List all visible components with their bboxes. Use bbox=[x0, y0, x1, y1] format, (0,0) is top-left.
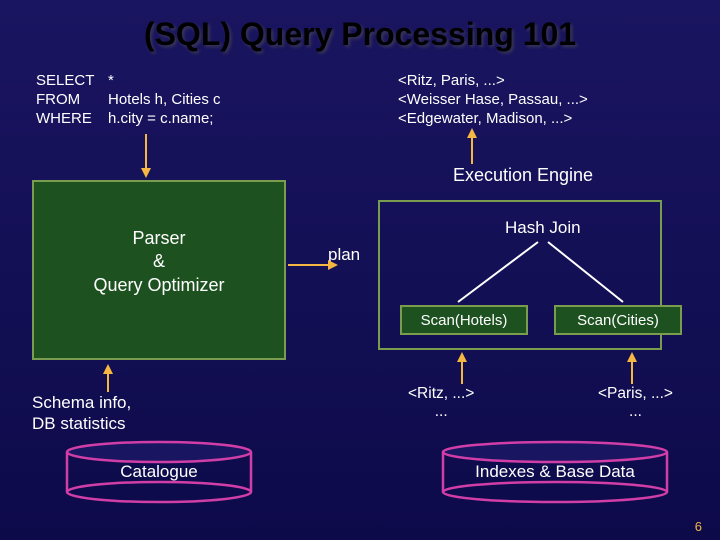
scan-arrow-up-icon bbox=[454, 352, 470, 384]
result-row: <Edgewater, Madison, ...> bbox=[398, 110, 588, 129]
parser-line3: Query Optimizer bbox=[93, 274, 224, 297]
plan-arrow-icon bbox=[288, 259, 338, 271]
scan-hotels-box: Scan(Hotels) bbox=[400, 305, 528, 335]
result-row: <Ritz, Paris, ...> bbox=[398, 72, 588, 91]
result-row: <Weisser Hase, Passau, ...> bbox=[398, 91, 588, 110]
scan-arrow-up-icon bbox=[624, 352, 640, 384]
page-number: 6 bbox=[695, 519, 702, 534]
mini-row: <Ritz, ...> bbox=[408, 385, 474, 403]
scan-hotels-output: <Ritz, ...> ... bbox=[408, 385, 474, 421]
indexes-cylinder: Indexes & Base Data bbox=[440, 440, 670, 504]
schema-line1: Schema info, bbox=[32, 392, 131, 413]
arrow-down-icon bbox=[138, 134, 154, 178]
mini-row: ... bbox=[408, 403, 474, 421]
schema-line2: DB statistics bbox=[32, 413, 131, 434]
slide-title: (SQL) Query Processing 101 bbox=[0, 0, 720, 53]
parser-line1: Parser bbox=[93, 227, 224, 250]
result-tuples: <Ritz, Paris, ...> <Weisser Hase, Passau… bbox=[398, 72, 588, 128]
arrow-up-icon bbox=[464, 128, 480, 164]
mini-row: ... bbox=[598, 403, 673, 421]
sql-where-val: h.city = c.name; bbox=[108, 110, 213, 127]
mini-row: <Paris, ...> bbox=[598, 385, 673, 403]
catalogue-cylinder: Catalogue bbox=[64, 440, 254, 504]
parser-line2: & bbox=[93, 250, 224, 273]
sql-from-val: Hotels h, Cities c bbox=[108, 91, 221, 108]
indexes-label: Indexes & Base Data bbox=[440, 462, 670, 482]
sql-from-kw: FROM bbox=[36, 91, 108, 110]
scan-cities-output: <Paris, ...> ... bbox=[598, 385, 673, 421]
sql-query-block: SELECT* FROMHotels h, Cities c WHEREh.ci… bbox=[36, 72, 221, 128]
hash-join-label: Hash Join bbox=[505, 218, 581, 238]
schema-arrow-icon bbox=[100, 364, 116, 392]
execution-engine-label: Execution Engine bbox=[398, 165, 648, 186]
parser-optimizer-box: Parser & Query Optimizer bbox=[32, 180, 286, 360]
sql-select-val: * bbox=[108, 72, 114, 89]
schema-info-label: Schema info, DB statistics bbox=[32, 392, 131, 435]
sql-select-kw: SELECT bbox=[36, 72, 108, 91]
catalogue-label: Catalogue bbox=[64, 462, 254, 482]
scan-cities-box: Scan(Cities) bbox=[554, 305, 682, 335]
plan-tree-lines bbox=[398, 240, 668, 310]
sql-where-kw: WHERE bbox=[36, 110, 108, 129]
